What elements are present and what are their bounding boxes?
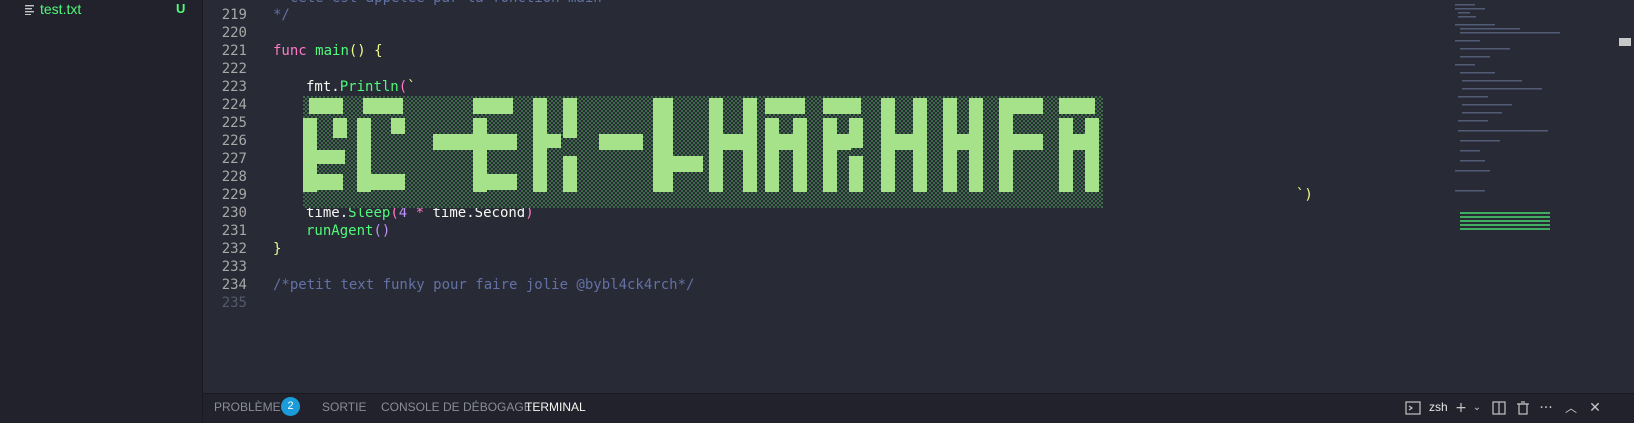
line-number: 225 <box>221 115 247 131</box>
line-number: 233 <box>221 259 247 275</box>
split-icon[interactable] <box>1489 398 1509 418</box>
panel-tab-bar: PROBLÈMES 2 SORTIE CONSOLE DE DÉBOGAGE T… <box>203 393 1634 423</box>
line-number: 223 <box>221 79 247 95</box>
line-number: 227 <box>221 151 247 167</box>
code-text: fmt.Println(` <box>306 79 416 95</box>
close-icon[interactable]: ✕ <box>1585 398 1605 418</box>
line-number: 235 <box>221 295 247 311</box>
file-name: test.txt <box>40 1 82 17</box>
code-line: 220 <box>203 24 1634 43</box>
code-text: runAgent() <box>306 223 391 239</box>
minimap[interactable] <box>1450 0 1570 250</box>
code-line: 219 */ <box>203 6 1634 25</box>
trash-icon[interactable] <box>1513 398 1533 418</box>
explorer-sidebar: test.txt U <box>0 0 202 422</box>
tab-output[interactable]: SORTIE <box>322 400 366 414</box>
tab-debug-console[interactable]: CONSOLE DE DÉBOGAGE <box>381 400 532 414</box>
chevron-down-icon[interactable]: ⌄ <box>1467 398 1487 418</box>
tab-problems[interactable]: PROBLÈMES <box>214 400 289 414</box>
code-line: 235 <box>203 294 1634 313</box>
line-number: 228 <box>221 169 247 185</box>
code-text: /*petit text funky pour faire jolie @byb… <box>273 277 695 293</box>
line-number: 219 <box>221 7 247 23</box>
scrollbar-thumb[interactable] <box>1619 38 1631 46</box>
chevron-up-icon[interactable]: ︿ <box>1561 398 1581 418</box>
shell-label[interactable]: zsh <box>1429 400 1448 414</box>
code-line: 221 func main() { <box>203 42 1634 61</box>
code-line: 231 runAgent() <box>203 222 1634 241</box>
tab-terminal[interactable]: TERMINAL <box>525 400 586 414</box>
git-status-badge: U <box>176 1 186 16</box>
terminal-icon[interactable] <box>1403 398 1423 418</box>
line-number: 229 <box>221 187 247 203</box>
more-icon[interactable]: ··· <box>1536 398 1556 418</box>
line-number: 226 <box>221 133 247 149</box>
code-line: 222 <box>203 60 1634 79</box>
text-file-icon <box>25 5 34 15</box>
line-number: 224 <box>221 97 247 113</box>
code-text: */ <box>273 7 290 23</box>
line-number: 234 <box>221 277 247 293</box>
code-text: } <box>273 241 282 257</box>
code-line: 233 <box>203 258 1634 277</box>
line-number: 220 <box>221 25 247 41</box>
code-text: `) <box>1296 187 1313 203</box>
problems-count-badge: 2 <box>281 397 300 416</box>
file-row-test-txt[interactable]: test.txt U <box>0 0 202 20</box>
line-number: 230 <box>221 205 247 221</box>
line-number: 221 <box>221 43 247 59</box>
line-number: 232 <box>221 241 247 257</box>
code-line: 223 fmt.Println(` <box>203 78 1634 97</box>
code-line: 232 } <box>203 240 1634 259</box>
code-text: func main() { <box>273 43 383 59</box>
code-line: 234 /*petit text funky pour faire jolie … <box>203 276 1634 295</box>
line-number: 231 <box>221 223 247 239</box>
line-number: 222 <box>221 61 247 77</box>
ascii-art-banner <box>303 96 1103 208</box>
code-editor[interactable]: cete est appelee par la fonction main 21… <box>203 0 1634 393</box>
